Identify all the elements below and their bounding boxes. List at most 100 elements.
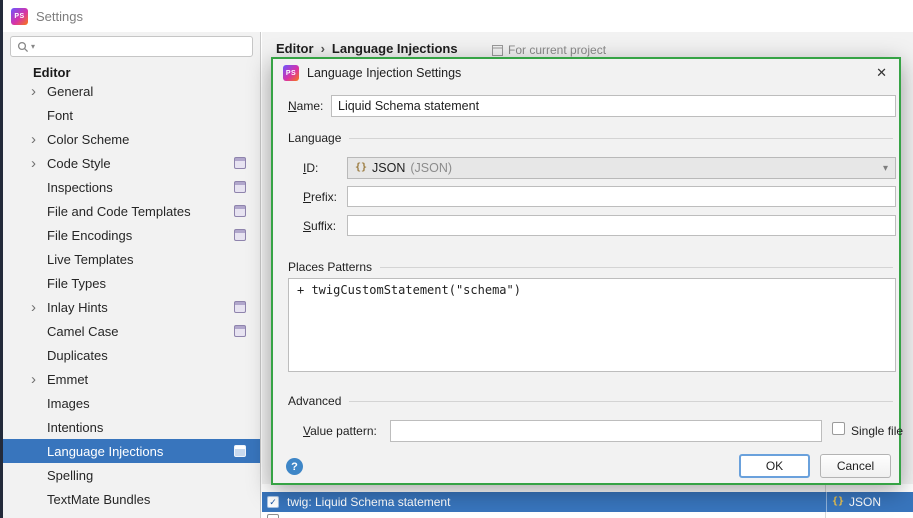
sidebar-item-emmet[interactable]: › Emmet [3,367,260,391]
project-settings-icon [234,229,246,241]
single-file-checkbox[interactable] [832,422,845,435]
sidebar-item-textmate-bundles[interactable]: TextMate Bundles [3,487,260,511]
sidebar-item-file-and-code-templates[interactable]: File and Code Templates [3,199,260,223]
cancel-button[interactable]: Cancel [820,454,891,478]
suffix-label: Suffix: [303,219,337,233]
sidebar-item-live-templates[interactable]: Live Templates [3,247,260,271]
sidebar-item-inlay-hints[interactable]: › Inlay Hints [3,295,260,319]
breadcrumb: Editor › Language Injections [276,41,458,56]
settings-sidebar: ▾ Editor › General Font › Color Scheme › Code … [3,32,261,518]
chevron-down-icon: ▾ [882,162,888,174]
dialog-buttons: OK Cancel [739,454,891,478]
injection-row-label: twig: Liquid Schema statement [287,495,451,509]
window-titlebar: PS Settings [3,0,913,32]
sidebar-item-font[interactable]: Font [3,103,260,127]
sidebar-item-label: Duplicates [47,347,108,363]
for-current-project-icon [492,44,503,56]
settings-tree: › General Font › Color Scheme › Code Style Insp… [3,79,260,518]
settings-search-input[interactable]: ▾ [10,36,253,57]
help-icon[interactable]: ? [286,458,303,475]
chevron-down-icon: ▾ [31,42,36,51]
group-divider [349,137,893,139]
project-settings-icon [234,205,246,217]
single-file-label: Single file [851,424,904,438]
sidebar-item-label: General [47,83,94,99]
phpstorm-logo-icon: PS [11,7,28,25]
chevron-right-icon[interactable]: › [31,132,47,147]
language-id-value: JSON [372,161,406,175]
value-pattern-label: Value pattern: [303,424,377,438]
window-title: Settings [36,8,83,24]
name-input[interactable] [331,95,896,117]
checkbox-icon[interactable] [267,514,279,518]
sidebar-item-intentions[interactable]: Intentions [3,415,260,439]
places-patterns-group-header: Places Patterns [288,260,893,274]
injection-language-label: JSON [849,495,882,509]
sidebar-item-duplicates[interactable]: Duplicates [3,343,260,367]
project-settings-icon [234,325,246,337]
search-icon [17,41,29,52]
sidebar-item-spelling[interactable]: Spelling [3,463,260,487]
sidebar-item-label: Font [47,107,74,123]
sidebar-item-label: Code Style [47,155,111,171]
sidebar-item-label: Intentions [47,419,104,435]
sidebar-section-editor[interactable]: Editor [33,65,260,81]
sidebar-item-label: Images [47,395,90,411]
sidebar-item-label: File Types [47,275,107,291]
sidebar-item-code-style[interactable]: › Code Style [3,151,260,175]
phpstorm-logo-icon: PS [283,65,299,81]
column-divider [825,512,826,518]
sidebar-item-label: TextMate Bundles [47,491,151,507]
breadcrumb-language-injections: Language Injections [331,41,458,56]
language-group-header: Language [288,131,893,145]
sidebar-item-general[interactable]: › General [3,79,260,103]
advanced-group-header: Advanced [288,394,893,408]
value-pattern-input[interactable] [390,420,822,442]
name-label: Name: [288,99,324,113]
checkbox-checked-icon[interactable]: ✓ [267,496,279,508]
sidebar-item-images[interactable]: Images [3,391,260,415]
injection-row-selected[interactable]: ✓ twig: Liquid Schema statement {} JSON [262,492,913,512]
sidebar-item-color-scheme[interactable]: › Color Scheme [3,127,260,151]
chevron-right-icon[interactable]: › [31,156,47,171]
ok-button[interactable]: OK [739,454,810,478]
sidebar-item-label: Emmet [47,371,89,387]
project-settings-icon [234,445,246,457]
language-group-label: Language [288,131,342,145]
settings-window: PS Settings ▾ Editor › General Font › Color … [0,0,913,518]
sidebar-item-inspections[interactable]: Inspections [3,175,260,199]
places-patterns-editor[interactable]: + twigCustomStatement("schema") [288,278,896,372]
language-injection-settings-dialog: PS Language Injection Settings ✕ Name: L… [271,57,904,485]
close-icon[interactable]: ✕ [876,65,887,81]
project-settings-icon [234,181,246,193]
injection-language-cell: {} JSON [826,492,913,512]
advanced-group-label: Advanced [288,394,342,408]
chevron-right-icon[interactable]: › [31,372,47,387]
sidebar-item-label: Inlay Hints [47,299,108,315]
breadcrumb-editor[interactable]: Editor [276,41,314,56]
language-id-select[interactable]: {} JSON (JSON) ▾ [347,157,896,179]
suffix-input[interactable] [347,215,896,236]
sidebar-item-file-encodings[interactable]: File Encodings [3,223,260,247]
sidebar-item-label: File Encodings [47,227,133,243]
sidebar-item-label: Inspections [47,179,113,195]
prefix-label: Prefix: [303,190,338,204]
sidebar-item-camel-case[interactable]: Camel Case [3,319,260,343]
chevron-right-icon[interactable]: › [31,84,47,99]
dialog-title: Language Injection Settings [307,66,462,80]
chevron-right-icon[interactable]: › [31,300,47,315]
sidebar-item-language-injections[interactable]: Language Injections [3,439,260,463]
sidebar-item-label: Live Templates [47,251,134,267]
scope-label: For current project [508,43,607,57]
injections-table-row-partial-top [262,484,913,492]
dialog-titlebar: PS Language Injection Settings ✕ [273,59,899,87]
breadcrumb-separator-icon: › [320,41,325,56]
sidebar-item-label: Language Injections [47,443,164,459]
sidebar-item-label: Color Scheme [47,131,130,147]
injection-row-partial-bottom [262,512,913,518]
json-icon: {} [832,496,845,507]
json-icon: {} [355,162,368,173]
sidebar-item-todo[interactable]: TODO [3,511,260,518]
prefix-input[interactable] [347,186,896,207]
sidebar-item-file-types[interactable]: File Types [3,271,260,295]
